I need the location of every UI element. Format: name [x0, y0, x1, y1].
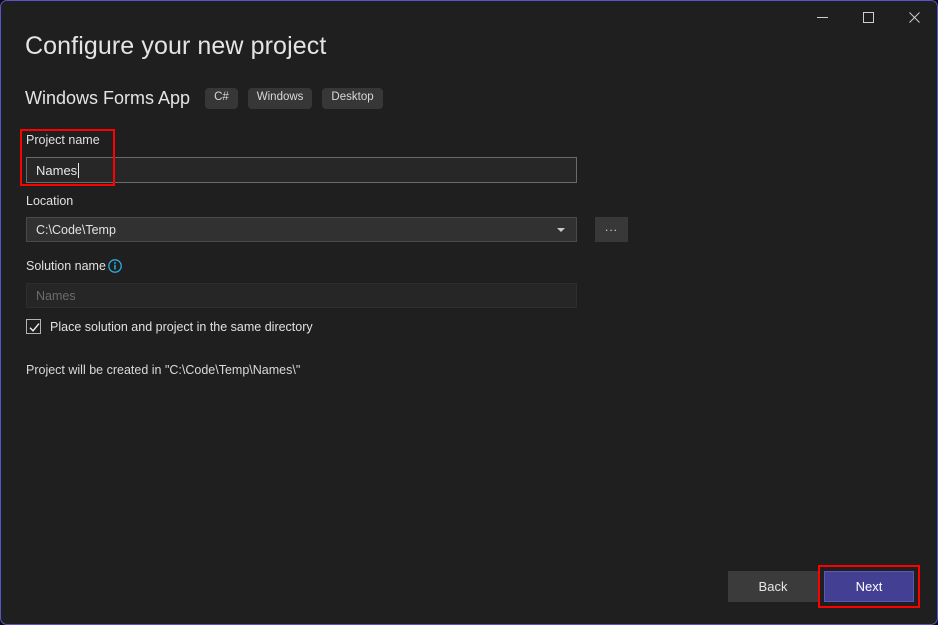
tag-project-type: Desktop	[322, 88, 382, 109]
location-label: Location	[26, 194, 73, 208]
tag-platform: Windows	[248, 88, 313, 109]
title-bar	[1, 1, 937, 35]
same-directory-checkbox-row[interactable]: Place solution and project in the same d…	[26, 319, 313, 334]
location-value: C:\Code\Temp	[36, 223, 557, 237]
project-name-input[interactable]: Names	[26, 157, 577, 183]
project-path-status-text: Project will be created in "C:\Code\Temp…	[26, 363, 300, 377]
template-name: Windows Forms App	[25, 88, 190, 109]
minimize-button[interactable]	[799, 1, 845, 33]
info-icon[interactable]	[108, 259, 122, 273]
browse-location-button[interactable]: ...	[595, 217, 628, 242]
solution-name-label: Solution name	[26, 259, 106, 273]
back-button[interactable]: Back	[728, 571, 818, 602]
maximize-button[interactable]	[845, 1, 891, 33]
tag-language: C#	[205, 88, 238, 109]
location-combobox[interactable]: C:\Code\Temp	[26, 217, 577, 242]
text-caret	[78, 163, 79, 178]
next-button[interactable]: Next	[824, 571, 914, 602]
same-directory-label: Place solution and project in the same d…	[50, 320, 313, 334]
project-name-value: Names	[36, 163, 77, 178]
same-directory-checkbox[interactable]	[26, 319, 41, 334]
minimize-icon	[817, 12, 828, 23]
close-icon	[909, 12, 920, 23]
page-title: Configure your new project	[25, 32, 326, 61]
solution-name-placeholder: Names	[36, 289, 76, 303]
checkmark-icon	[28, 321, 41, 334]
close-button[interactable]	[891, 1, 937, 33]
maximize-icon	[863, 12, 874, 23]
chevron-down-icon	[557, 228, 565, 232]
project-name-label: Project name	[26, 133, 100, 147]
solution-name-input[interactable]: Names	[26, 283, 577, 308]
template-summary-row: Windows Forms App C# Windows Desktop	[25, 88, 383, 109]
configure-project-dialog: Configure your new project Windows Forms…	[0, 0, 938, 625]
